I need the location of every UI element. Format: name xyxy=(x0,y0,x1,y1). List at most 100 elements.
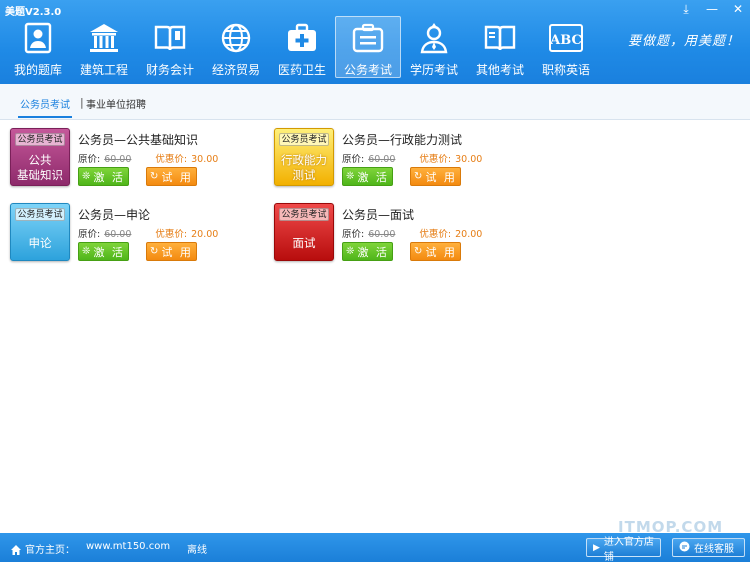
window-controls: ⤓ — ✕ xyxy=(680,2,744,16)
product-subject: 公共 基础知识 xyxy=(17,153,63,182)
nav-item-economy[interactable]: 经济贸易 xyxy=(203,16,269,78)
discount-price: 20.00 xyxy=(455,229,483,240)
product-name: 公务员—面试 xyxy=(342,208,415,222)
main-nav: 我的题库 建筑工程 财务会计 经济贸易 医药卫生 公务考试 学历考试 其他考试 … xyxy=(5,16,599,78)
discount-price-label: 优惠价: xyxy=(419,154,452,165)
refresh-icon: ↻ xyxy=(150,246,159,257)
sub-tab-bar: 公务员考试 | 事业单位招聘 xyxy=(0,84,750,120)
nav-item-other[interactable]: 其他考试 xyxy=(467,16,533,78)
trial-label: 试 用 xyxy=(425,245,457,259)
product-card: 公务员考试 行政能力 测试 公务员—行政能力测试 原价: 60.00 优惠价: 30.… xyxy=(274,128,524,190)
refresh-icon: ↻ xyxy=(150,171,159,182)
activate-button[interactable]: ❊ 激 活 xyxy=(78,167,129,186)
active-tab-indicator xyxy=(18,116,72,118)
product-tag: 公务员考试 xyxy=(15,208,65,221)
nav-label: 职称英语 xyxy=(541,63,590,77)
product-subject: 面试 xyxy=(292,235,316,250)
abc-text: ABC xyxy=(549,33,582,48)
service-button-label: 在线客服 xyxy=(694,544,734,555)
refresh-icon: ↻ xyxy=(414,246,423,257)
nav-label: 财务会计 xyxy=(145,63,194,77)
activate-icon: ❊ xyxy=(346,171,355,182)
activate-label: 激 活 xyxy=(357,245,389,259)
header-bar: 美题V2.3.0 ⤓ — ✕ 要做题，用美题！ 我的题库 建筑工程 财务会计 经… xyxy=(0,0,750,84)
orig-price-label: 原价: xyxy=(78,229,101,240)
product-name: 公务员—申论 xyxy=(78,208,151,222)
product-name: 公务员—行政能力测试 xyxy=(342,133,463,147)
tab-separator: | xyxy=(80,96,84,109)
nav-item-my-bank[interactable]: 我的题库 xyxy=(5,16,71,78)
graduate-icon xyxy=(416,20,452,55)
trial-label: 试 用 xyxy=(161,170,193,184)
nav-label: 其他考试 xyxy=(475,63,524,77)
slogan: 要做题，用美题！ xyxy=(627,34,740,49)
orig-price: 60.00 xyxy=(104,229,132,240)
refresh-icon: ↻ xyxy=(414,171,423,182)
activate-button[interactable]: ❊ 激 活 xyxy=(342,167,393,186)
nav-label: 建筑工程 xyxy=(79,63,128,77)
discount-price-label: 优惠价: xyxy=(155,229,188,240)
trial-button[interactable]: ↻ 试 用 xyxy=(410,167,461,186)
discount-price-label: 优惠价: xyxy=(419,229,452,240)
orig-price-label: 原价: xyxy=(342,229,365,240)
trial-label: 试 用 xyxy=(161,245,193,259)
online-service-button[interactable]: 在线客服 xyxy=(672,538,745,557)
open-book-icon xyxy=(482,20,518,55)
product-thumbnail[interactable]: 公务员考试 申论 xyxy=(10,203,70,261)
store-button-label: 进入官方店铺 xyxy=(603,536,654,562)
orig-price: 60.00 xyxy=(368,229,396,240)
product-tag: 公务员考试 xyxy=(15,133,65,146)
user-card-icon xyxy=(20,20,56,55)
product-tag: 公务员考试 xyxy=(279,208,329,221)
discount-price: 20.00 xyxy=(191,229,219,240)
tab-public-institution[interactable]: 事业单位招聘 xyxy=(86,96,146,111)
nav-item-english[interactable]: ABC 职称英语 xyxy=(533,16,599,78)
price-row: 原价: 60.00 优惠价: 30.00 xyxy=(342,151,482,165)
arrow-right-icon: ▶ xyxy=(593,542,600,553)
nav-item-degree[interactable]: 学历考试 xyxy=(401,16,467,78)
nav-label: 医药卫生 xyxy=(277,63,326,77)
home-icon xyxy=(10,541,22,560)
open-book-icon xyxy=(152,20,188,55)
product-card: 公务员考试 申论 公务员—申论 原价: 60.00 优惠价: 20.00 ❊ 激 活 ↻… xyxy=(10,203,260,265)
activate-icon: ❊ xyxy=(82,171,91,182)
nav-item-medical[interactable]: 医药卫生 xyxy=(269,16,335,78)
briefcase-icon xyxy=(350,21,386,55)
close-button[interactable]: ✕ xyxy=(732,2,744,16)
price-row: 原价: 60.00 优惠价: 30.00 xyxy=(78,151,218,165)
nav-item-construction[interactable]: 建筑工程 xyxy=(71,16,137,78)
home-url-link[interactable]: www.mt150.com xyxy=(86,541,170,552)
orig-price-label: 原价: xyxy=(342,154,365,165)
product-subject: 行政能力 测试 xyxy=(281,153,327,182)
nav-item-civil-service[interactable]: 公务考试 xyxy=(335,16,401,78)
nav-item-accounting[interactable]: 财务会计 xyxy=(137,16,203,78)
status-bar: 官方主页： www.mt150.com 离线 ▶ 进入官方店铺 在线客服 xyxy=(0,533,750,562)
connection-status: 离线 xyxy=(187,545,207,556)
trial-label: 试 用 xyxy=(425,170,457,184)
enter-store-button[interactable]: ▶ 进入官方店铺 xyxy=(586,537,661,562)
minimize-button[interactable]: — xyxy=(706,2,718,16)
nav-label: 经济贸易 xyxy=(211,63,260,77)
product-thumbnail[interactable]: 公务员考试 公共 基础知识 xyxy=(10,128,70,186)
abc-icon: ABC xyxy=(548,20,584,55)
download-icon[interactable]: ⤓ xyxy=(680,2,692,16)
price-row: 原价: 60.00 优惠价: 20.00 xyxy=(78,226,218,240)
product-thumbnail[interactable]: 公务员考试 行政能力 测试 xyxy=(274,128,334,186)
orig-price: 60.00 xyxy=(368,154,396,165)
product-card: 公务员考试 面试 公务员—面试 原价: 60.00 优惠价: 20.00 ❊ 激 活 ↻… xyxy=(274,203,524,265)
activate-label: 激 活 xyxy=(357,170,389,184)
price-row: 原价: 60.00 优惠价: 20.00 xyxy=(342,226,482,240)
orig-price-label: 原价: xyxy=(78,154,101,165)
home-label: 官方主页： xyxy=(25,545,75,556)
trial-button[interactable]: ↻ 试 用 xyxy=(410,242,461,261)
trial-button[interactable]: ↻ 试 用 xyxy=(146,242,197,261)
activate-button[interactable]: ❊ 激 活 xyxy=(342,242,393,261)
orig-price: 60.00 xyxy=(104,154,132,165)
product-thumbnail[interactable]: 公务员考试 面试 xyxy=(274,203,334,261)
tab-civil-servant-exam[interactable]: 公务员考试 xyxy=(20,96,70,111)
activate-button[interactable]: ❊ 激 活 xyxy=(78,242,129,261)
product-tag: 公务员考试 xyxy=(279,133,329,146)
activate-icon: ❊ xyxy=(346,246,355,257)
nav-label: 公务考试 xyxy=(343,63,392,77)
trial-button[interactable]: ↻ 试 用 xyxy=(146,167,197,186)
